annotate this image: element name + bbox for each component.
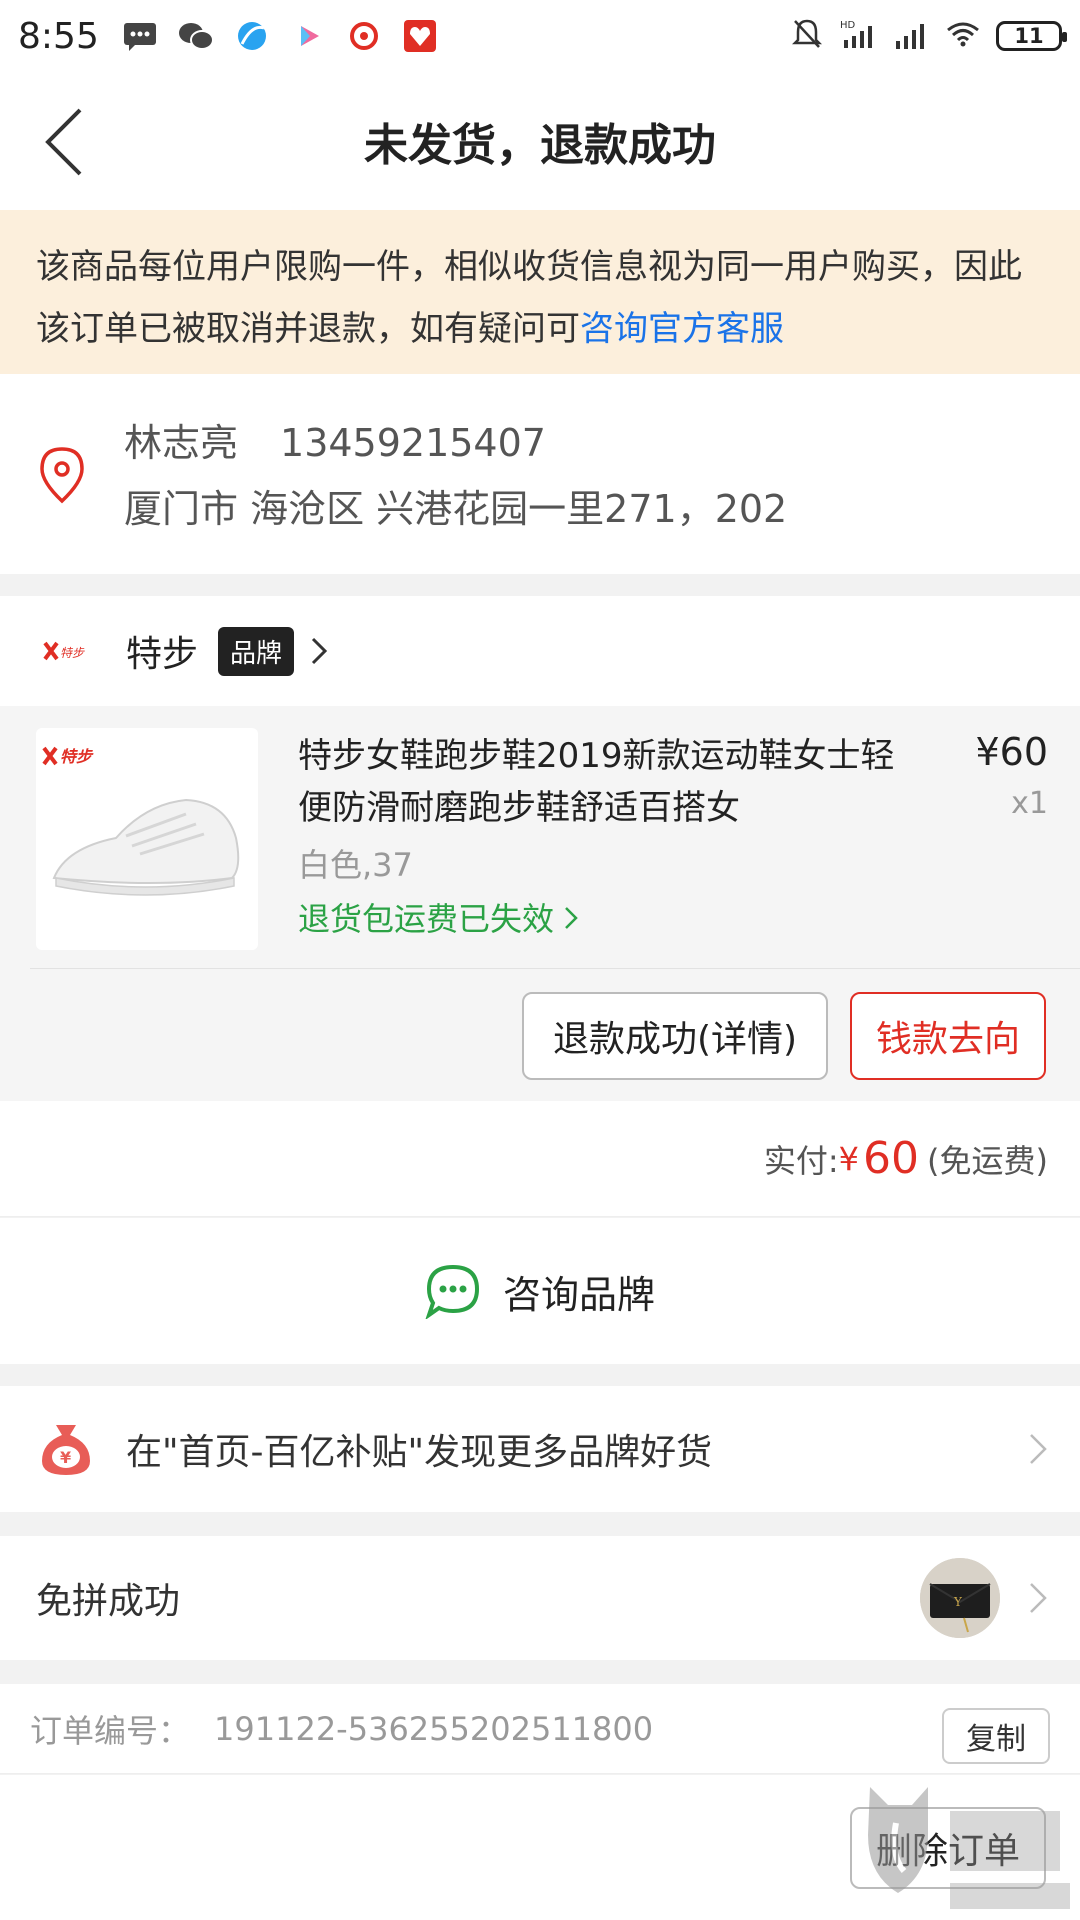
svg-text:特步: 特步 bbox=[60, 747, 94, 766]
location-pin-icon bbox=[38, 446, 86, 508]
notice-text: 该商品每位用户限购一件，相似收货信息视为同一用户购买，因此该订单已被取消并退款，… bbox=[36, 247, 1022, 349]
limit-notice: 该商品每位用户限购一件，相似收货信息视为同一用户购买，因此该订单已被取消并退款，… bbox=[0, 210, 1080, 374]
consult-brand-label: 咨询品牌 bbox=[502, 1272, 655, 1317]
order-number-row: 订单编号： 191122-536255202511800 复制 bbox=[0, 1684, 1080, 1774]
shipping-address: 林志亮 13459215407 厦门市 海沧区 兴港花园一里271，202 bbox=[0, 374, 1080, 574]
address-detail: 厦门市 海沧区 兴港花园一里271，202 bbox=[124, 487, 788, 531]
svg-text:HD: HD bbox=[840, 20, 856, 31]
customer-service-link[interactable]: 咨询官方客服 bbox=[580, 309, 784, 349]
store-name: 特步 bbox=[126, 634, 199, 675]
svg-text:Y: Y bbox=[953, 1595, 963, 1609]
footer-actions: 删除订单 bbox=[0, 1775, 1080, 1920]
brand-badge: 品牌 bbox=[218, 626, 295, 676]
return-shipping-link[interactable]: 退货包运费已失效 bbox=[298, 894, 578, 940]
product-image[interactable]: 特步 bbox=[36, 728, 258, 950]
paid-amount: 60 bbox=[863, 1133, 920, 1184]
avatar: Y bbox=[920, 1558, 1000, 1638]
chat-bubble-icon bbox=[425, 1264, 479, 1319]
product-price: ¥60 bbox=[975, 730, 1048, 774]
chevron-left-icon bbox=[45, 108, 82, 176]
chevron-right-icon bbox=[1030, 1434, 1047, 1464]
recipient-line: 林志亮 13459215407 bbox=[124, 412, 546, 467]
signal-icon bbox=[894, 19, 930, 53]
product-spec: 白色,37 bbox=[298, 846, 413, 884]
money-bag-icon: ¥ bbox=[42, 1425, 90, 1475]
wifi-icon bbox=[946, 20, 980, 52]
chevron-right-icon bbox=[1030, 1583, 1047, 1613]
battery-level: 11 bbox=[1014, 24, 1044, 48]
product-card: 特步 特步女鞋跑步鞋2019新款运动鞋女士轻便防滑耐磨跑步鞋舒适百搭女 ¥60 … bbox=[0, 706, 1080, 1101]
refund-detail-button[interactable]: 退款成功(详情) bbox=[522, 992, 828, 1080]
recipient-phone: 13459215407 bbox=[280, 421, 546, 465]
consult-brand-button[interactable]: 咨询品牌 bbox=[0, 1218, 1080, 1364]
product-title[interactable]: 特步女鞋跑步鞋2019新款运动鞋女士轻便防滑耐磨跑步鞋舒适百搭女 bbox=[298, 730, 918, 834]
signal-hd-icon: HD bbox=[838, 18, 878, 54]
store-header[interactable]: 特步 特步 品牌 bbox=[0, 596, 1080, 706]
money-destination-button[interactable]: 钱款去向 bbox=[850, 992, 1046, 1080]
subsidy-banner[interactable]: ¥ 在"首页-百亿补贴"发现更多品牌好货 bbox=[0, 1386, 1080, 1512]
status-time: 8:55 bbox=[18, 15, 99, 57]
back-button[interactable] bbox=[34, 102, 94, 182]
page-title: 未发货，退款成功 bbox=[364, 120, 716, 171]
shipping-note: (免运费) bbox=[927, 1141, 1048, 1180]
xtep-logo-icon: 特步 bbox=[40, 633, 96, 669]
group-status-label: 免拼成功 bbox=[36, 1581, 181, 1622]
divider bbox=[30, 968, 1080, 969]
status-bar: 8:55 HD 11 bbox=[0, 0, 1080, 72]
music-icon bbox=[345, 17, 383, 55]
product-quantity: x1 bbox=[1011, 786, 1048, 821]
subsidy-text: 在"首页-百亿补贴"发现更多品牌好货 bbox=[126, 1432, 713, 1473]
svg-text:¥: ¥ bbox=[60, 1448, 71, 1467]
return-shipping-label: 退货包运费已失效 bbox=[298, 900, 555, 938]
nav-bar: 未发货，退款成功 bbox=[0, 72, 1080, 210]
wechat-icon bbox=[177, 17, 215, 55]
copy-button[interactable]: 复制 bbox=[942, 1708, 1050, 1764]
paid-currency: ¥ bbox=[838, 1139, 860, 1178]
message-icon bbox=[121, 17, 159, 55]
svg-text:特步: 特步 bbox=[60, 646, 85, 660]
video-icon bbox=[289, 17, 327, 55]
app-icon bbox=[401, 17, 439, 55]
chevron-right-icon bbox=[311, 637, 328, 665]
order-number: 191122-536255202511800 bbox=[214, 1709, 654, 1748]
chevron-right-icon bbox=[565, 907, 578, 929]
group-status-row[interactable]: 免拼成功 Y bbox=[0, 1536, 1080, 1660]
browser-icon bbox=[233, 17, 271, 55]
recipient-name: 林志亮 bbox=[124, 421, 239, 465]
mute-bell-icon bbox=[791, 18, 823, 54]
order-number-label: 订单编号： bbox=[30, 1711, 191, 1750]
battery-icon: 11 bbox=[996, 21, 1067, 51]
paid-label: 实付: bbox=[763, 1141, 839, 1180]
payment-summary: 实付: ¥ 60 (免运费) bbox=[0, 1101, 1080, 1217]
delete-order-button[interactable]: 删除订单 bbox=[850, 1807, 1046, 1889]
